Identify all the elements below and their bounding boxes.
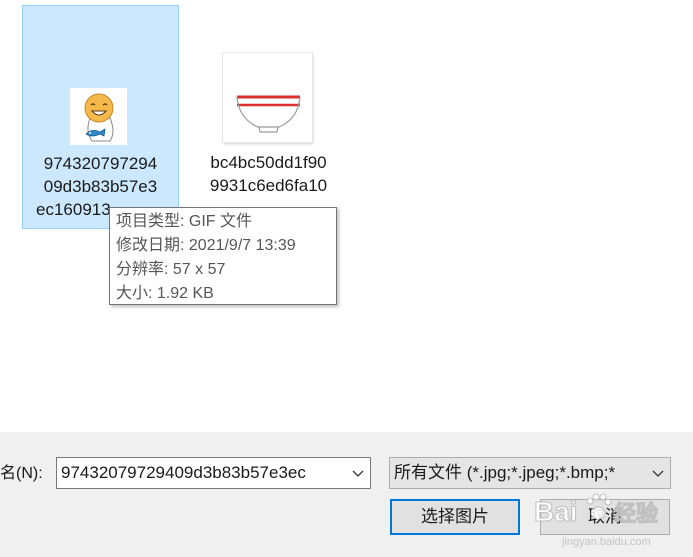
file-thumbnail <box>223 53 312 142</box>
filename-label: 名(N): <box>0 465 43 482</box>
file-name-line-1: 974320797294 <box>43 154 158 173</box>
file-item[interactable]: bc4bc50dd1f90 9931c6ed6fa10 <box>190 5 347 229</box>
file-name-line-1: bc4bc50dd1f90 <box>210 153 327 172</box>
tooltip-item-type: 项目类型: GIF 文件 <box>116 213 253 230</box>
filename-combobox[interactable] <box>56 457 371 489</box>
open-button[interactable]: 选择图片 <box>390 499 520 535</box>
file-thumbnail <box>70 88 127 145</box>
filename-input[interactable] <box>57 458 347 488</box>
file-name-line-2: 09d3b83b57e3 <box>43 177 158 196</box>
file-item-selected[interactable]: 974320797294 09d3b83b57e3 ec160913 <box>22 5 179 229</box>
tooltip-size: 大小: 1.92 KB <box>116 285 214 302</box>
cartoon-character-icon <box>70 88 127 145</box>
bowl-icon <box>223 53 312 142</box>
tooltip-modified-date: 修改日期: 2021/9/7 13:39 <box>116 237 296 254</box>
dialog-bottom-bar: 名(N): 所有文件 (*.jpg;*.jpeg;*.bmp;* 选择图片 取消 <box>0 432 693 557</box>
chevron-down-icon[interactable] <box>352 467 364 479</box>
file-name-line-2: 9931c6ed6fa10 <box>209 176 328 195</box>
tooltip-resolution: 分辨率: 57 x 57 <box>116 261 226 278</box>
file-type-filter-value: 所有文件 (*.jpg;*.jpeg;*.bmp;* <box>394 463 616 482</box>
cancel-button[interactable]: 取消 <box>540 499 670 535</box>
file-list-view[interactable]: 974320797294 09d3b83b57e3 ec160913 bc4bc… <box>0 0 693 432</box>
file-type-filter[interactable]: 所有文件 (*.jpg;*.jpeg;*.bmp;* <box>389 457 671 489</box>
chevron-down-icon[interactable] <box>652 467 664 479</box>
file-info-tooltip: 项目类型: GIF 文件 修改日期: 2021/9/7 13:39 分辨率: 5… <box>109 207 337 305</box>
